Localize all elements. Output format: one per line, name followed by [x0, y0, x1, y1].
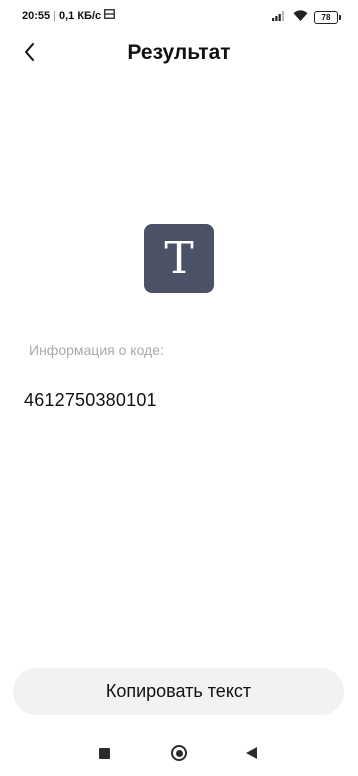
triangle-back-icon[interactable]: [246, 747, 257, 759]
home-dot: [175, 749, 183, 757]
text-type-icon: T: [144, 224, 214, 293]
status-network-speed: 0,1 КБ/с: [59, 9, 102, 22]
wifi-icon: [293, 8, 308, 26]
cellular-signal-icon: [272, 8, 287, 26]
navigation-bar: [0, 732, 358, 776]
status-time: 20:55: [22, 9, 51, 22]
status-separator: |: [53, 9, 56, 22]
square-icon[interactable]: [99, 748, 110, 759]
page-title: Результат: [127, 41, 231, 64]
status-left-group: 20:55 | 0,1 КБ/с: [22, 9, 116, 22]
circle-icon[interactable]: [171, 745, 187, 761]
code-value: 4612750380101: [24, 390, 157, 410]
status-bar: 20:55 | 0,1 КБ/с 78: [0, 0, 358, 32]
copy-text-button[interactable]: Копировать текст: [13, 668, 344, 715]
status-right-group: 78: [272, 8, 341, 26]
battery-icon: 78: [314, 10, 341, 24]
screen-mirror-icon: [104, 9, 116, 22]
text-type-icon-letter: T: [164, 232, 194, 284]
code-info-label: Информация о коде:: [29, 342, 164, 358]
header: Результат: [0, 32, 358, 76]
